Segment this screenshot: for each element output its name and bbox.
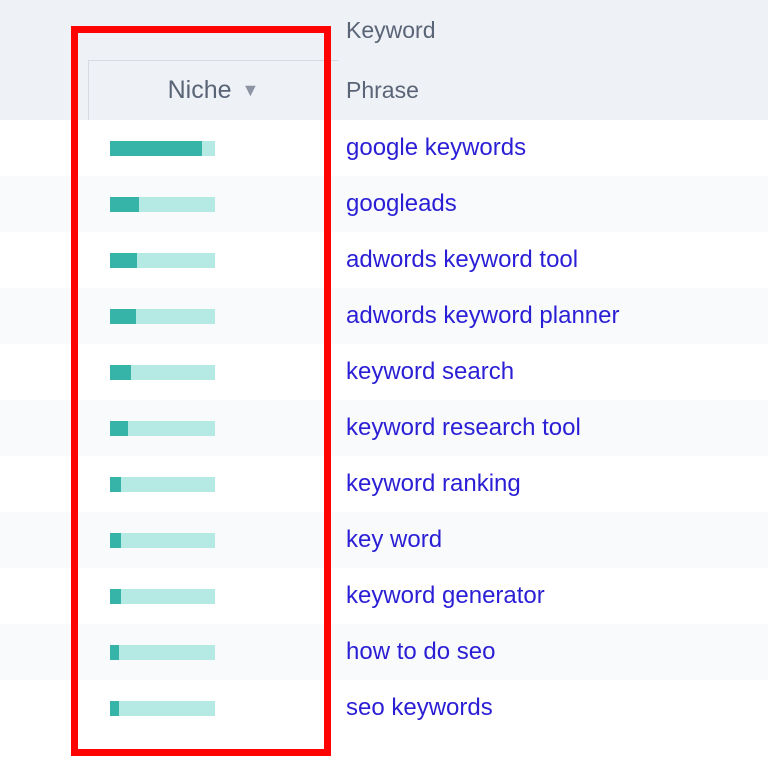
phrase-link[interactable]: adwords keyword tool xyxy=(338,246,578,274)
phrase-link[interactable]: google keywords xyxy=(338,134,526,162)
table-row: adwords keyword tool xyxy=(0,232,768,288)
niche-bar xyxy=(110,701,215,716)
table-row: keyword search xyxy=(0,344,768,400)
table-row: key word xyxy=(0,512,768,568)
niche-bar xyxy=(110,197,215,212)
niche-bar-fill xyxy=(110,365,131,380)
table-row: seo keywords xyxy=(0,680,768,736)
niche-bar-fill xyxy=(110,253,137,268)
niche-bar xyxy=(110,645,215,660)
phrase-link[interactable]: keyword research tool xyxy=(338,414,581,442)
niche-bar xyxy=(110,141,215,156)
phrase-column-header[interactable]: Phrase xyxy=(346,77,419,103)
column-group-header: Keyword xyxy=(346,17,435,43)
niche-bar-fill xyxy=(110,701,119,716)
phrase-link[interactable]: key word xyxy=(338,526,442,554)
niche-bar-fill xyxy=(110,197,139,212)
niche-bar xyxy=(110,533,215,548)
niche-bar-fill xyxy=(110,477,121,492)
niche-bar-fill xyxy=(110,645,119,660)
phrase-link[interactable]: keyword ranking xyxy=(338,470,521,498)
table-row: keyword ranking xyxy=(0,456,768,512)
header-row-group: Keyword xyxy=(0,0,768,60)
table-row: googleads xyxy=(0,176,768,232)
table-row: keyword research tool xyxy=(0,400,768,456)
phrase-link[interactable]: adwords keyword planner xyxy=(338,302,619,330)
phrase-link[interactable]: keyword generator xyxy=(338,582,545,610)
phrase-link[interactable]: seo keywords xyxy=(338,694,493,722)
niche-bar xyxy=(110,365,215,380)
niche-bar-fill xyxy=(110,421,128,436)
niche-bar-fill xyxy=(110,589,121,604)
table-row: adwords keyword planner xyxy=(0,288,768,344)
niche-bar xyxy=(110,477,215,492)
niche-bar-fill xyxy=(110,533,121,548)
niche-bar-fill xyxy=(110,141,202,156)
niche-column-header[interactable]: Niche ▼ xyxy=(88,60,338,120)
niche-bar-fill xyxy=(110,309,136,324)
table-row: keyword generator xyxy=(0,568,768,624)
table-row: how to do seo xyxy=(0,624,768,680)
phrase-link[interactable]: keyword search xyxy=(338,358,514,386)
keyword-table: Keyword Niche ▼ Phrase google keywords go… xyxy=(0,0,768,736)
niche-bar xyxy=(110,421,215,436)
niche-bar xyxy=(110,589,215,604)
niche-bar xyxy=(110,309,215,324)
phrase-link[interactable]: how to do seo xyxy=(338,638,495,666)
niche-bar xyxy=(110,253,215,268)
phrase-link[interactable]: googleads xyxy=(338,190,457,218)
header-row-columns: Niche ▼ Phrase xyxy=(0,60,768,120)
table-row: google keywords xyxy=(0,120,768,176)
niche-header-label: Niche xyxy=(168,76,232,105)
sort-desc-icon: ▼ xyxy=(242,80,260,101)
